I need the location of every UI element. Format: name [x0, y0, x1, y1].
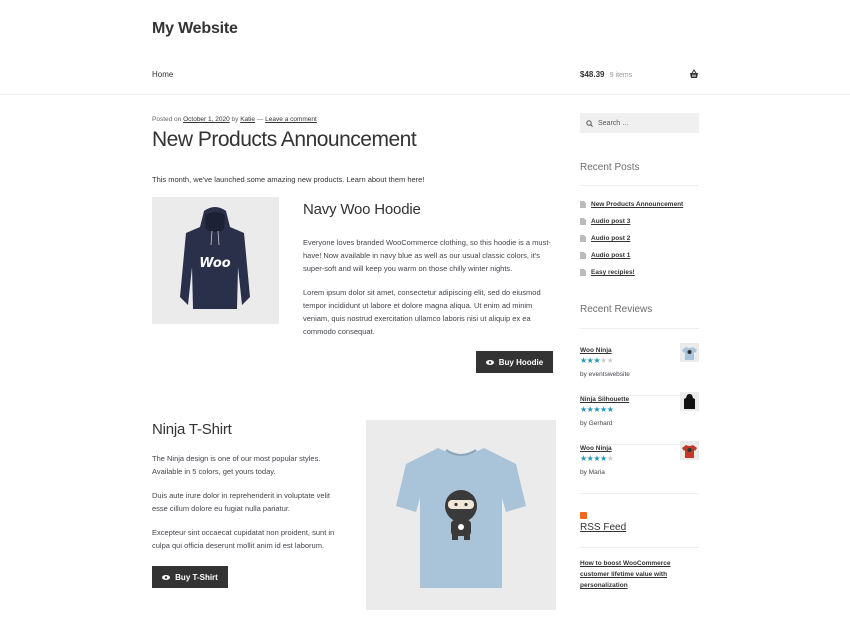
cart-total: $48.39: [580, 70, 605, 79]
star-filled-icon: ★: [580, 454, 587, 463]
recent-post-item[interactable]: Audio post 1: [580, 247, 683, 264]
recent-post-link[interactable]: Audio post 3: [591, 218, 630, 225]
star-rating: ★★★★★: [580, 405, 614, 414]
recent-post-item[interactable]: Easy recipies!: [580, 264, 683, 281]
hoodie-description: Everyone loves branded WooCommerce cloth…: [303, 238, 551, 273]
star-filled-icon: ★: [593, 405, 601, 414]
star-filled-icon: ★: [593, 454, 601, 463]
document-icon: [580, 252, 586, 259]
recent-posts-heading: Recent Posts: [580, 162, 640, 173]
recent-post-item[interactable]: Audio post 3: [580, 213, 683, 230]
recent-post-link[interactable]: Audio post 1: [591, 252, 630, 259]
product-thumbnail[interactable]: [680, 441, 699, 460]
tshirt-lorem-2: Excepteur sint occaecat cupidatat non pr…: [152, 528, 335, 550]
star-filled-icon: ★: [600, 405, 607, 414]
star-rating: ★★★★★: [580, 454, 614, 463]
recent-post-item[interactable]: New Products Announcement: [580, 196, 683, 213]
rss-icon: [580, 512, 587, 519]
hoodie-logo-text: Woo: [199, 256, 231, 271]
review-item[interactable]: Woo Ninja ★★★★★ by Maria: [580, 441, 699, 494]
review-author: by Maria: [580, 469, 605, 476]
tshirt-image[interactable]: [366, 420, 556, 610]
rss-divider: [580, 547, 699, 548]
cart-summary[interactable]: $48.39 9 items: [580, 70, 632, 79]
review-product-link[interactable]: Ninja Silhouette: [580, 396, 629, 403]
search-placeholder: Search …: [598, 119, 630, 127]
buy-hoodie-label: Buy Hoodie: [498, 357, 544, 367]
buy-tshirt-label: Buy T-Shirt: [175, 572, 218, 582]
star-empty-icon: ★: [606, 454, 614, 463]
document-icon: [580, 269, 586, 276]
document-icon: [580, 201, 586, 208]
header-divider: [0, 94, 850, 95]
recent-post-link[interactable]: Easy recipies!: [591, 269, 635, 276]
star-empty-icon: ★: [600, 356, 607, 365]
hoodie-picture: Woo: [180, 207, 250, 309]
review-product-link[interactable]: Woo Ninja: [580, 445, 612, 452]
hoodie-image[interactable]: Woo: [152, 197, 279, 324]
search-input[interactable]: Search …: [580, 113, 699, 133]
leave-comment-link[interactable]: Leave a comment: [265, 116, 317, 123]
author-link[interactable]: Katie: [240, 116, 255, 123]
by-label: by: [231, 116, 239, 123]
review-product-link[interactable]: Woo Ninja: [580, 347, 612, 354]
star-filled-icon: ★: [580, 356, 587, 365]
basket-icon[interactable]: [689, 69, 699, 79]
review-item[interactable]: Woo Ninja ★★★★★ by eventswebsite: [580, 343, 699, 396]
meta-separator: —: [256, 116, 264, 123]
star-empty-icon: ★: [606, 356, 614, 365]
star-filled-icon: ★: [606, 405, 614, 414]
post-date-link[interactable]: October 1, 2020: [183, 116, 230, 123]
star-filled-icon: ★: [580, 405, 587, 414]
recent-post-link[interactable]: Audio post 2: [591, 235, 630, 242]
star-filled-icon: ★: [600, 454, 607, 463]
review-item[interactable]: Ninja Silhouette ★★★★★ by Gerhard: [580, 392, 699, 445]
eye-icon: [162, 574, 171, 580]
tshirt-lorem-1: Duis aute irure dolor in reprehenderit i…: [152, 491, 331, 513]
post-meta: Posted on October 1, 2020 by Katie — Lea…: [152, 116, 317, 123]
eye-icon: [485, 359, 494, 365]
recent-posts-divider: [580, 185, 699, 186]
recent-post-link[interactable]: New Products Announcement: [591, 201, 683, 208]
document-icon: [580, 235, 586, 242]
rss-item-link[interactable]: How to boost WooCommerce customer lifeti…: [580, 558, 700, 591]
buy-hoodie-button[interactable]: Buy Hoodie: [476, 351, 553, 373]
recent-posts-list: New Products Announcement Audio post 3 A…: [580, 196, 683, 281]
buy-tshirt-button[interactable]: Buy T-Shirt: [152, 566, 228, 588]
hoodie-lorem: Lorem ipsum dolor sit amet, consectetur …: [303, 288, 541, 336]
tshirt-picture: [396, 448, 526, 588]
site-title[interactable]: My Website: [152, 20, 238, 38]
nav-home-link[interactable]: Home: [152, 70, 173, 79]
tshirt-description: The Ninja design is one of our most popu…: [152, 454, 321, 476]
star-rating: ★★★★★: [580, 356, 614, 365]
product-thumbnail[interactable]: [680, 343, 699, 362]
cart-count: 9 items: [609, 72, 633, 79]
hoodie-title: Navy Woo Hoodie: [303, 201, 421, 218]
review-author: by eventswebsite: [580, 371, 630, 378]
recent-post-item[interactable]: Audio post 2: [580, 230, 683, 247]
posted-on-label: Posted on: [152, 116, 182, 123]
post-intro: This month, we've launched some amazing …: [152, 175, 425, 184]
tshirt-title: Ninja T-Shirt: [152, 421, 232, 438]
recent-reviews-divider: [580, 328, 699, 329]
document-icon: [580, 218, 586, 225]
review-author: by Gerhard: [580, 420, 613, 427]
search-icon: [586, 119, 593, 127]
recent-reviews-heading: Recent Reviews: [580, 304, 653, 315]
post-title: New Products Announcement: [152, 128, 417, 151]
rss-feed-title[interactable]: RSS Feed: [580, 522, 626, 533]
product-thumbnail[interactable]: [680, 392, 699, 411]
star-filled-icon: ★: [593, 356, 601, 365]
